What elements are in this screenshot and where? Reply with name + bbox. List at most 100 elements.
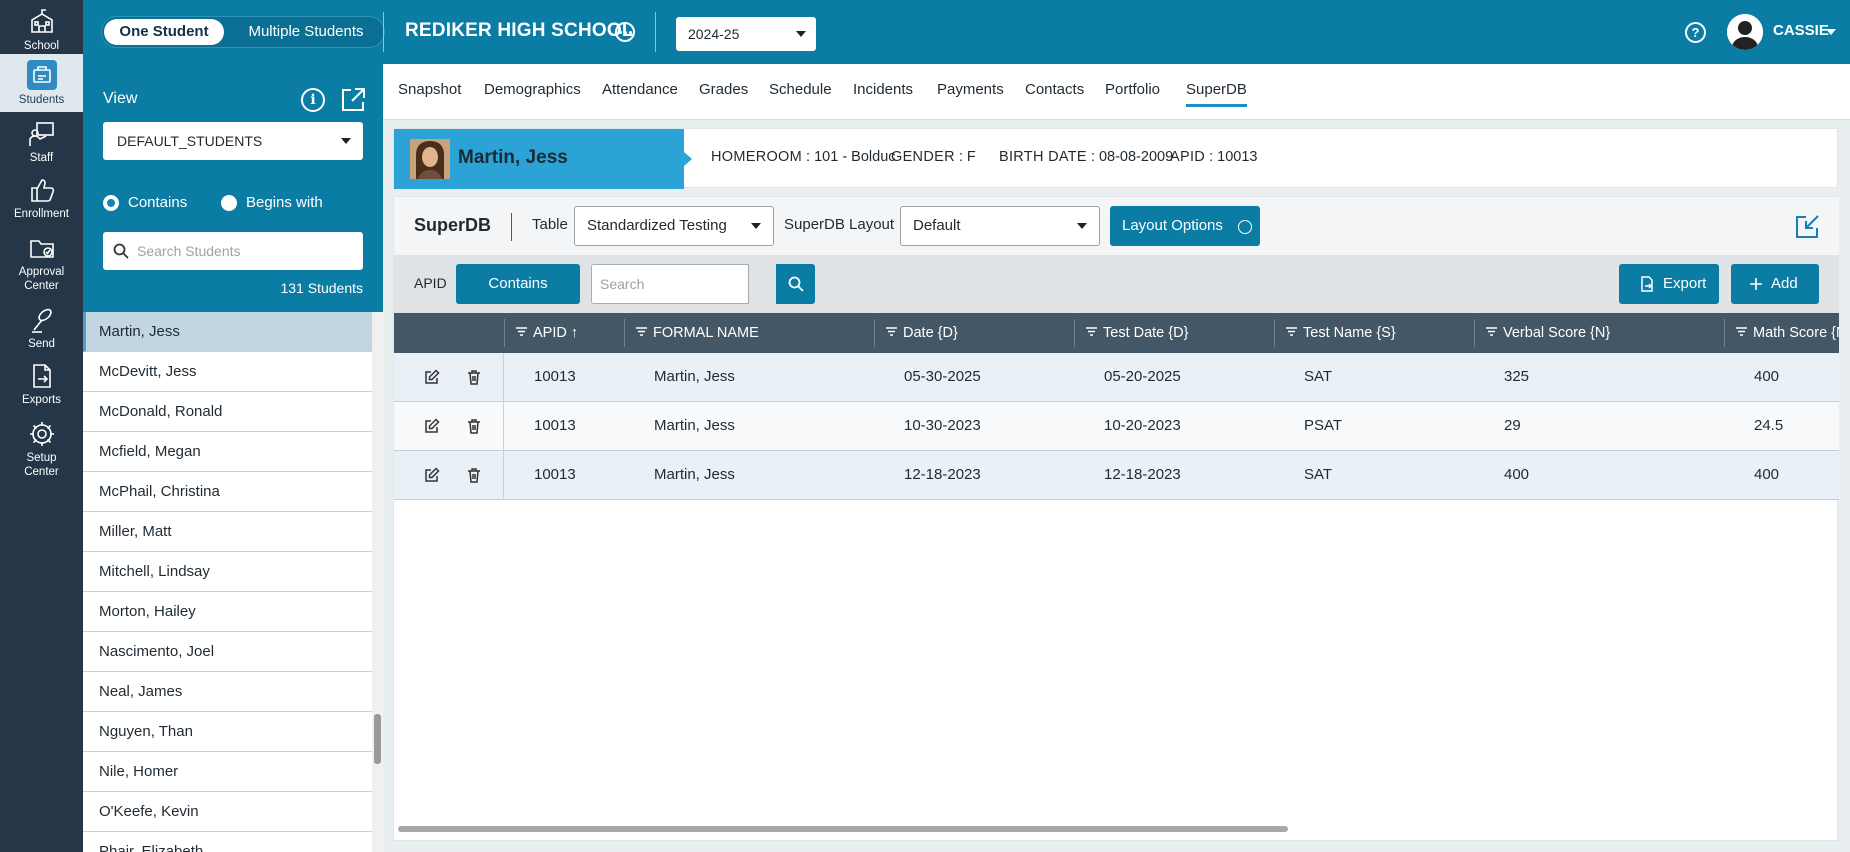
cell-formal-name: Martin, Jess (654, 368, 735, 385)
tab-schedule[interactable]: Schedule (769, 81, 832, 104)
view-select[interactable]: DEFAULT_STUDENTS (103, 122, 363, 160)
one-student-toggle[interactable]: One Student (104, 19, 224, 45)
export-button[interactable]: Export (1619, 264, 1719, 304)
students-icon (32, 66, 51, 83)
search-button[interactable] (776, 264, 815, 304)
student-list-item[interactable]: Phair, Elizabeth (83, 832, 372, 852)
rail-label: Exports (22, 394, 61, 406)
rail-item-approval-center[interactable]: Approval Center (0, 234, 83, 294)
student-list-item[interactable]: Mcfield, Megan (83, 432, 372, 472)
row-actions (394, 402, 504, 450)
rail-item-setup-center[interactable]: Setup Center (0, 420, 83, 480)
gender-info: GENDER : F (891, 149, 976, 165)
superdb-layout-label: SuperDB Layout (784, 216, 895, 233)
student-banner: Martin, Jess HOMEROOM : 101 - Bolduc GEN… (393, 128, 1838, 189)
student-search-input[interactable] (137, 232, 357, 270)
cell-test-date: 12-18-2023 (1104, 466, 1181, 483)
school-name[interactable]: REDIKER HIGH SCHOOL (405, 20, 634, 42)
tab-superdb[interactable]: SuperDB (1186, 81, 1247, 107)
collapse-icon[interactable] (1794, 214, 1820, 240)
table-select[interactable]: Standardized Testing (574, 206, 774, 246)
student-list-item[interactable]: O'Keefe, Kevin (83, 792, 372, 832)
info-icon[interactable]: i (301, 88, 325, 112)
column-header-date[interactable]: Date {D} (886, 313, 958, 353)
more-options-icon[interactable] (615, 22, 635, 42)
cell-math-score: 24.5 (1754, 417, 1784, 434)
rail-item-students[interactable]: Students (0, 54, 83, 112)
multiple-students-toggle[interactable]: Multiple Students (230, 19, 382, 45)
student-list-item[interactable]: Nascimento, Joel (83, 632, 372, 672)
divider (655, 12, 656, 52)
column-header-apid[interactable]: APID ↑ (516, 313, 578, 353)
delete-icon[interactable] (466, 418, 482, 434)
tab-contacts[interactable]: Contacts (1025, 81, 1084, 104)
rail-item-exports[interactable]: Exports (0, 362, 83, 408)
delete-icon[interactable] (466, 467, 482, 483)
more-options-icon (1238, 220, 1252, 234)
student-list-item[interactable]: Nile, Homer (83, 752, 372, 792)
rail-item-enrollment[interactable]: Enrollment (0, 176, 83, 222)
rail-item-school[interactable]: School (0, 8, 83, 54)
table-horizontal-scrollbar[interactable] (396, 824, 1836, 834)
student-list-scrollbar[interactable] (372, 312, 383, 852)
avatar[interactable] (1727, 14, 1763, 50)
edit-icon[interactable] (424, 467, 440, 483)
edit-icon[interactable] (424, 418, 440, 434)
plus-icon (1750, 278, 1762, 290)
rail-item-send[interactable]: Send (0, 306, 83, 352)
column-divider (1474, 319, 1475, 347)
layout-select[interactable]: Default (900, 206, 1100, 246)
user-name[interactable]: CASSIE (1773, 22, 1829, 39)
gender-value: : F (958, 149, 976, 165)
column-header-verbal-score[interactable]: Verbal Score {N} (1486, 313, 1610, 353)
tab-attendance[interactable]: Attendance (602, 81, 678, 104)
student-list-item[interactable]: Neal, James (83, 672, 372, 712)
edit-icon[interactable] (424, 369, 440, 385)
rail-label: Approval Center (18, 266, 65, 292)
student-list-item[interactable]: Nguyen, Than (83, 712, 372, 752)
add-button[interactable]: Add (1731, 264, 1819, 304)
superdb-panel: SuperDB Table Standardized Testing Super… (393, 196, 1839, 841)
superdb-title: SuperDB (414, 215, 492, 235)
column-header-test-date[interactable]: Test Date {D} (1086, 313, 1188, 353)
student-search-box (103, 232, 363, 270)
tab-demographics[interactable]: Demographics (484, 81, 581, 104)
column-header-test-name[interactable]: Test Name {S} (1286, 313, 1396, 353)
tab-portfolio[interactable]: Portfolio (1105, 81, 1160, 104)
student-list-item[interactable]: McDevitt, Jess (83, 352, 372, 392)
popout-icon[interactable] (339, 86, 367, 114)
delete-icon[interactable] (466, 369, 482, 385)
tab-incidents[interactable]: Incidents (853, 81, 913, 104)
layout-options-button[interactable]: Layout Options (1110, 206, 1260, 246)
student-photo-image (410, 139, 450, 179)
column-header-formal-name[interactable]: FORMAL NAME (636, 313, 759, 353)
cell-verbal-score: 400 (1504, 466, 1530, 483)
student-list-item[interactable]: McPhail, Christina (83, 472, 372, 512)
student-list-item[interactable]: Martin, Jess (83, 312, 372, 352)
radio-begins-with[interactable]: Begins with (221, 194, 323, 211)
column-header-math-score[interactable]: Math Score {N} (1736, 313, 1839, 353)
tab-grades[interactable]: Grades (699, 81, 748, 104)
student-list: Martin, Jess McDevitt, Jess McDonald, Ro… (83, 312, 372, 852)
filter-mode-button[interactable]: Contains (456, 264, 580, 304)
student-search-panel: View i DEFAULT_STUDENTS Contains Begins … (83, 64, 383, 312)
rail-label: Students (18, 94, 65, 106)
help-icon[interactable]: ? (1685, 22, 1706, 43)
student-list-item[interactable]: Mitchell, Lindsay (83, 552, 372, 592)
filter-search-box (591, 264, 749, 304)
table-row: 10013 Martin, Jess 10-30-2023 10-20-2023… (394, 402, 1839, 451)
school-year-select[interactable]: 2024-25 (676, 17, 816, 51)
student-list-item[interactable]: Morton, Hailey (83, 592, 372, 632)
add-label: Add (1771, 275, 1798, 292)
tab-snapshot[interactable]: Snapshot (398, 81, 461, 104)
student-tabs: Snapshot Demographics Attendance Grades … (383, 64, 1850, 120)
student-list-item[interactable]: Miller, Matt (83, 512, 372, 552)
rail-item-staff[interactable]: Staff (0, 120, 83, 166)
chevron-down-icon[interactable] (1826, 29, 1836, 35)
student-list-item[interactable]: McDonald, Ronald (83, 392, 372, 432)
tab-payments[interactable]: Payments (937, 81, 1004, 104)
filter-icon (636, 327, 647, 336)
filter-search-input[interactable] (592, 265, 742, 303)
radio-contains[interactable]: Contains (103, 194, 187, 211)
setup-center-icon (29, 422, 54, 446)
